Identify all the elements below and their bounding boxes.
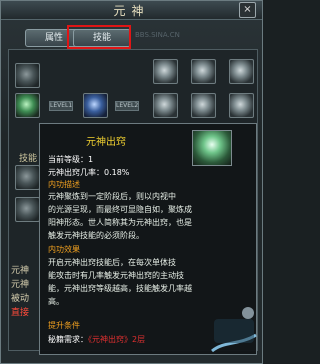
tooltip-level: 当前等级：1	[48, 155, 94, 164]
effect-line: 能，元神出窍等级越高，技能触发几率越	[48, 284, 192, 293]
skill-icon[interactable]	[191, 93, 216, 118]
level-arrow: LEVEL1	[49, 101, 73, 111]
left-edge-text: 直接	[11, 308, 30, 318]
desc-line: 的光源呈现，而最终可显隐自如，聚炼成	[48, 205, 192, 214]
desc-heading: 内功描述	[48, 180, 80, 189]
skill-icon[interactable]	[153, 59, 178, 84]
desc-line: 阳神形态。世人简称其为元神出窍，也是	[48, 218, 192, 227]
skill-icon[interactable]	[15, 63, 40, 88]
requirement-value: 《元神出窍》2层	[88, 335, 146, 344]
tooltip-chance: 元神出窍几率：0.18%	[48, 168, 130, 177]
game-logo	[211, 307, 257, 353]
level-arrow: LEVEL2	[115, 101, 139, 111]
tooltip-title: 元神出窍	[86, 137, 126, 148]
skill-icon[interactable]	[15, 197, 40, 222]
requirement-label: 秘籍需求：	[48, 335, 88, 344]
skill-icon[interactable]	[229, 93, 254, 118]
effect-line: 高。	[48, 297, 64, 306]
effect-line: 开启元神出窍技能后，在每次单体技	[48, 258, 176, 267]
left-edge-text: 元神	[11, 280, 30, 290]
left-edge-text: 被动	[11, 294, 30, 304]
skill-icon[interactable]	[153, 93, 178, 118]
skill-icon[interactable]	[191, 59, 216, 84]
desc-line: 触发元神技能的必须阶段。	[48, 231, 144, 240]
effect-heading: 内功效果	[48, 245, 80, 254]
upgrade-heading: 提升条件	[48, 321, 80, 330]
skill-icon[interactable]	[15, 165, 40, 190]
skill-portrait-icon	[192, 130, 232, 166]
skill-icon-yuanshen[interactable]	[15, 93, 40, 118]
tab-highlight-box	[67, 25, 131, 49]
desc-line: 元神聚炼到一定阶段后，则以内视中	[48, 192, 176, 201]
yuanshen-window: 元神 × 属性 技能 BBS.SINA.CN LEVEL1 LEVEL2 技能 …	[0, 0, 263, 364]
close-button[interactable]: ×	[239, 2, 256, 18]
skill-icon[interactable]	[229, 59, 254, 84]
skill-icon[interactable]	[83, 93, 108, 118]
requirement-row: 秘籍需求：《元神出窍》2层	[48, 334, 145, 345]
watermark: BBS.SINA.CN	[135, 31, 180, 39]
window-title: 元神	[113, 4, 150, 18]
title-bar[interactable]: 元神 ×	[1, 1, 262, 20]
side-label: 技能	[19, 154, 38, 164]
left-edge-text: 元神	[11, 266, 30, 276]
effect-line: 能攻击时有几率触发元神出窍的主动技	[48, 271, 184, 280]
